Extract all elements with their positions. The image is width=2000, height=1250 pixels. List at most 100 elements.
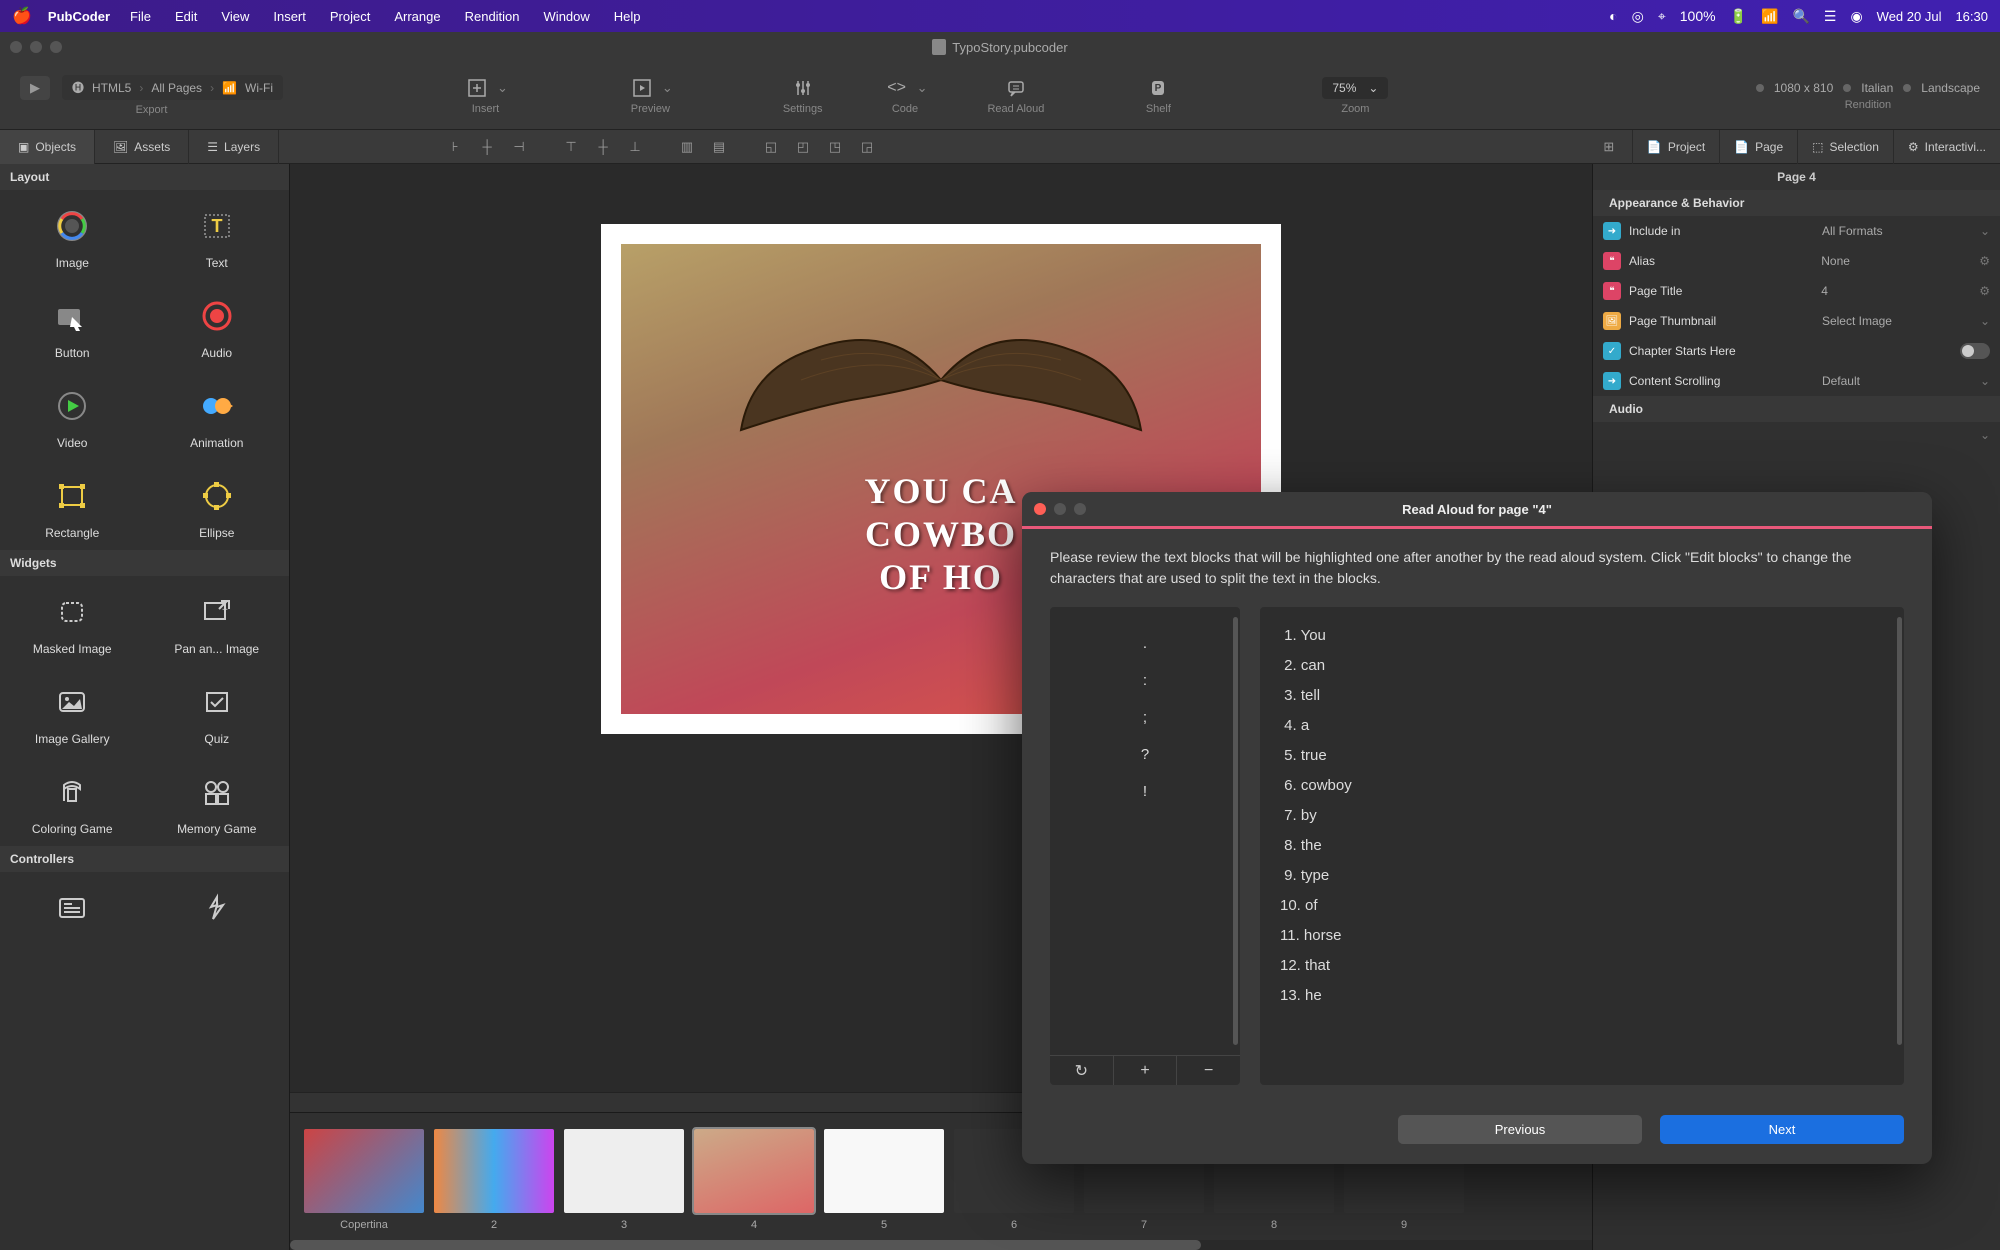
spotlight-icon[interactable]: 🔍 — [1792, 8, 1809, 25]
tab-layers[interactable]: ☰Layers — [189, 130, 279, 164]
reset-button[interactable]: ↻ — [1050, 1056, 1114, 1085]
prop-include-in[interactable]: ➜ Include in All Formats ⌄ — [1593, 216, 2000, 246]
arrange-back-icon[interactable]: ◲ — [853, 135, 881, 159]
prop-content-scrolling[interactable]: ➜ Content Scrolling Default ⌄ — [1593, 366, 2000, 396]
settings-icon[interactable] — [789, 77, 817, 99]
gear-icon[interactable]: ⚙ — [1979, 254, 1990, 268]
bluetooth-icon[interactable]: ⌖ — [1658, 8, 1666, 25]
align-top-icon[interactable]: ⊤ — [557, 135, 585, 159]
menu-project[interactable]: Project — [330, 9, 370, 24]
delimiter-item[interactable]: . — [1050, 625, 1240, 662]
tab-assets[interactable]: 🖼Assets — [95, 130, 189, 164]
tab-project[interactable]: 📄Project — [1632, 130, 1719, 164]
close-button[interactable] — [1034, 503, 1046, 515]
widget-pan-image[interactable]: +Pan an... Image — [145, 576, 290, 666]
controller-1[interactable] — [0, 872, 145, 938]
preview-icon[interactable] — [628, 77, 656, 99]
delimiter-item[interactable]: ! — [1050, 773, 1240, 810]
object-text[interactable]: TText — [145, 190, 290, 280]
rendition-size[interactable]: 1080 x 810 — [1774, 81, 1833, 95]
distribute-v-icon[interactable]: ▤ — [705, 135, 733, 159]
app-name[interactable]: PubCoder — [48, 9, 110, 24]
object-rectangle[interactable]: Rectangle — [0, 460, 145, 550]
previous-button[interactable]: Previous — [1398, 1115, 1642, 1144]
siri-icon[interactable]: ◉ — [1850, 8, 1862, 25]
tab-page[interactable]: 📄Page — [1719, 130, 1797, 164]
control-center-icon[interactable]: ☰ — [1824, 8, 1837, 25]
controller-2[interactable] — [145, 872, 290, 938]
chevron-down-icon[interactable]: ⌄ — [662, 80, 673, 96]
prop-audio-expand[interactable]: ⌄ — [1593, 422, 2000, 448]
chevron-down-icon[interactable]: ⌄ — [917, 80, 928, 96]
thumb-copertina[interactable]: Copertina — [304, 1129, 424, 1231]
menu-window[interactable]: Window — [544, 9, 590, 24]
arrange-forward-icon[interactable]: ◰ — [789, 135, 817, 159]
menu-file[interactable]: File — [130, 9, 151, 24]
prop-alias[interactable]: ❝ Alias None ⚙ — [1593, 246, 2000, 276]
prop-chapter-starts[interactable]: ✓ Chapter Starts Here — [1593, 336, 2000, 366]
thumb-2[interactable]: 2 — [434, 1129, 554, 1231]
insert-icon[interactable] — [463, 77, 491, 99]
battery-icon[interactable]: 🔋 — [1730, 8, 1747, 25]
object-button[interactable]: Button — [0, 280, 145, 370]
prop-page-thumbnail[interactable]: 🖼 Page Thumbnail Select Image ⌄ — [1593, 306, 2000, 336]
remove-button[interactable]: − — [1177, 1056, 1240, 1085]
blocks-panel[interactable]: 1. You 2. can 3. tell 4. a 5. true 6. co… — [1260, 607, 1904, 1085]
tab-objects[interactable]: ▣Objects — [0, 130, 95, 164]
distribute-h-icon[interactable]: ▥ — [673, 135, 701, 159]
zoom-selector[interactable]: 75% ⌄ — [1322, 77, 1388, 99]
menu-view[interactable]: View — [221, 9, 249, 24]
wifi-icon[interactable]: 📶 — [1761, 8, 1778, 25]
prop-page-title[interactable]: ❝ Page Title 4 ⚙ — [1593, 276, 2000, 306]
menubar-time[interactable]: 16:30 — [1955, 9, 1988, 24]
align-center-h-icon[interactable]: ┼ — [473, 135, 501, 159]
menu-arrange[interactable]: Arrange — [394, 9, 440, 24]
chapter-toggle[interactable] — [1960, 343, 1990, 359]
widget-memory-game[interactable]: Memory Game — [145, 756, 290, 846]
thumb-3[interactable]: 3 — [564, 1129, 684, 1231]
menu-rendition[interactable]: Rendition — [465, 9, 520, 24]
apple-menu-icon[interactable]: 🍎 — [12, 6, 32, 26]
delimiter-item[interactable]: ; — [1050, 699, 1240, 736]
tab-interactivity[interactable]: ⚙Interactivi... — [1893, 130, 2000, 164]
window-traffic-lights[interactable] — [10, 41, 62, 53]
align-bottom-icon[interactable]: ⊥ — [621, 135, 649, 159]
object-video[interactable]: Video — [0, 370, 145, 460]
object-image[interactable]: Image — [0, 190, 145, 280]
next-button[interactable]: Next — [1660, 1115, 1904, 1144]
align-center-v-icon[interactable]: ┼ — [589, 135, 617, 159]
menubar-date[interactable]: Wed 20 Jul — [1877, 9, 1942, 24]
gear-icon[interactable]: ⚙ — [1979, 284, 1990, 298]
widget-coloring-game[interactable]: Coloring Game — [0, 756, 145, 846]
shelf-icon[interactable]: P — [1144, 77, 1172, 99]
widget-masked-image[interactable]: Masked Image — [0, 576, 145, 666]
grid-view-icon[interactable]: ⊞ — [1594, 135, 1624, 159]
widget-quiz[interactable]: Quiz — [145, 666, 290, 756]
arrange-front-icon[interactable]: ◱ — [757, 135, 785, 159]
menu-edit[interactable]: Edit — [175, 9, 197, 24]
add-button[interactable]: + — [1114, 1056, 1178, 1085]
thumb-4[interactable]: 4 — [694, 1129, 814, 1231]
delimiter-item[interactable]: : — [1050, 662, 1240, 699]
play-button[interactable]: ▶ — [20, 76, 50, 100]
rendition-lang[interactable]: Italian — [1861, 81, 1893, 95]
menu-insert[interactable]: Insert — [273, 9, 306, 24]
status-icon-1[interactable]: ◐ — [1609, 8, 1617, 24]
status-icon-2[interactable]: ◎ — [1632, 8, 1644, 25]
delimiter-item[interactable]: ? — [1050, 736, 1240, 773]
horizontal-scrollbar[interactable] — [290, 1240, 1592, 1250]
object-audio[interactable]: Audio — [145, 280, 290, 370]
align-right-icon[interactable]: ⊣ — [505, 135, 533, 159]
read-aloud-icon[interactable] — [1002, 77, 1030, 99]
context-breadcrumb[interactable]: 🅗 HTML5 › All Pages › 📶 Wi-Fi — [62, 75, 283, 100]
align-left-icon[interactable]: ⊦ — [441, 135, 469, 159]
arrange-backward-icon[interactable]: ◳ — [821, 135, 849, 159]
object-ellipse[interactable]: Ellipse — [145, 460, 290, 550]
thumb-5[interactable]: 5 — [824, 1129, 944, 1231]
rendition-orient[interactable]: Landscape — [1921, 81, 1980, 95]
tab-selection[interactable]: ⬚Selection — [1797, 130, 1893, 164]
widget-image-gallery[interactable]: Image Gallery — [0, 666, 145, 756]
menu-help[interactable]: Help — [614, 9, 641, 24]
object-animation[interactable]: Animation — [145, 370, 290, 460]
chevron-down-icon[interactable]: ⌄ — [497, 80, 508, 96]
